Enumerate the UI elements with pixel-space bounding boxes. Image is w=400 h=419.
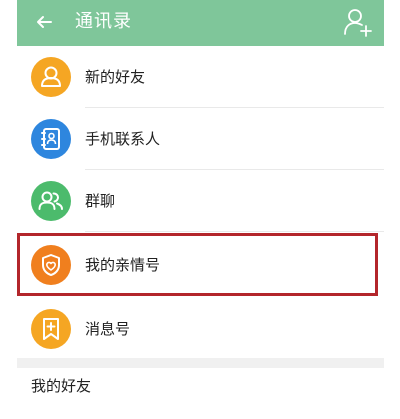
user-icon: [31, 57, 71, 97]
page-title: 通讯录: [75, 11, 132, 32]
add-friend-icon[interactable]: [342, 6, 374, 38]
divider: [85, 231, 384, 232]
menu-item-label: 新的好友: [85, 68, 146, 86]
menu-item-label: 群聊: [85, 192, 116, 210]
menu-item-phone-contacts[interactable]: 手机联系人: [17, 108, 384, 170]
menu-item-message-number[interactable]: 消息号: [17, 298, 384, 360]
menu-item-new-friends[interactable]: 新的好友: [17, 46, 384, 108]
back-arrow-icon[interactable]: [31, 9, 57, 35]
group-icon: [31, 181, 71, 221]
my-friends-section[interactable]: 我的好友: [17, 368, 384, 419]
app-header: 通讯录: [17, 0, 384, 46]
contacts-screen: 通讯录 新的好友 手机联系人 群聊 我的亲情号 消息号 我的好友: [17, 0, 384, 419]
section-separator: [17, 358, 384, 368]
bookmark-plus-icon: [31, 309, 71, 349]
menu-item-group-chat[interactable]: 群聊: [17, 170, 384, 232]
highlight-box: [17, 233, 378, 296]
menu-item-label: 消息号: [85, 320, 131, 338]
section-title: 我的好友: [31, 377, 92, 395]
contacts-book-icon: [31, 119, 71, 159]
menu-item-label: 手机联系人: [85, 130, 161, 148]
